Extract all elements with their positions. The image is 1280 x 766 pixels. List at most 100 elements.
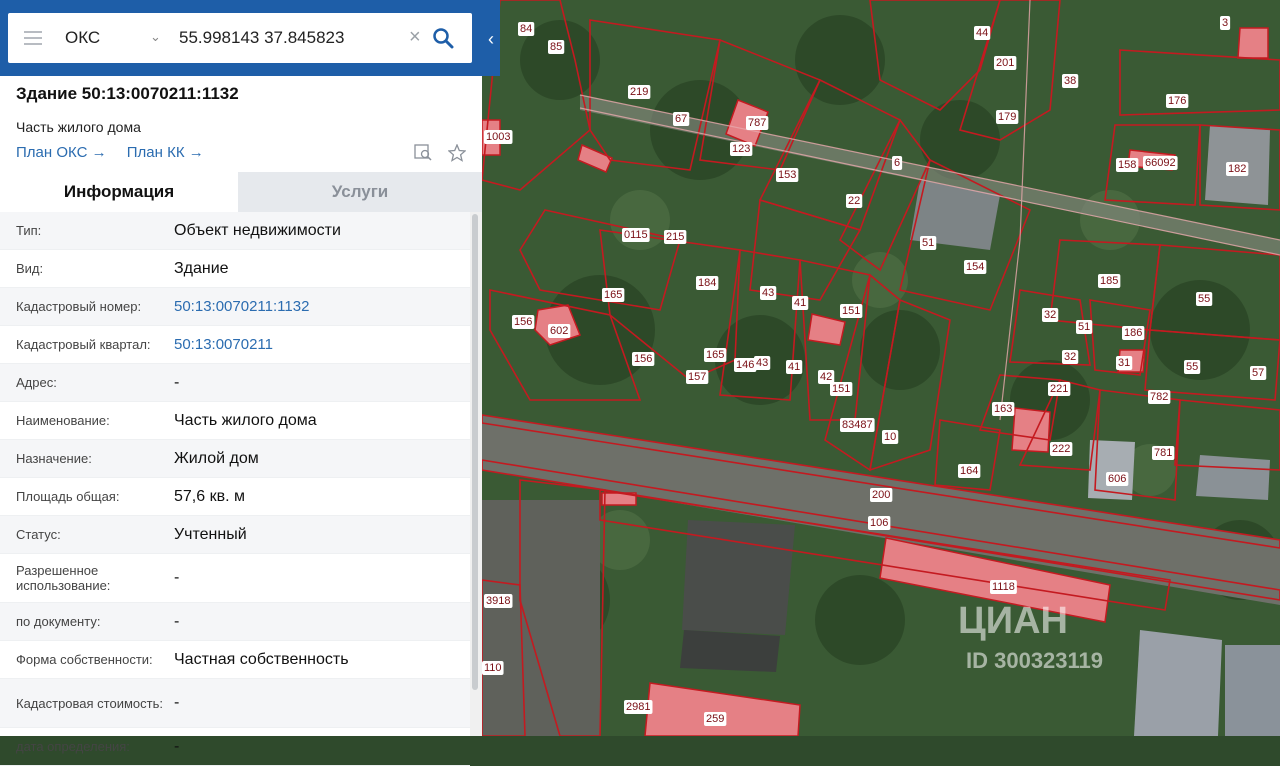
map-label[interactable]: 259 bbox=[706, 713, 724, 725]
map-label[interactable]: 222 bbox=[1052, 443, 1070, 455]
map-label[interactable]: 3 bbox=[1222, 17, 1228, 29]
map-label[interactable]: 3918 bbox=[486, 595, 510, 607]
map-label[interactable]: 185 bbox=[1100, 275, 1118, 287]
map-label[interactable]: 43 bbox=[756, 357, 768, 369]
row-value: 57,6 кв. м bbox=[174, 487, 245, 505]
map-label[interactable]: 1118 bbox=[992, 581, 1015, 593]
map-label[interactable]: 158 bbox=[1118, 159, 1136, 171]
map-label[interactable]: 151 bbox=[842, 305, 860, 317]
map-label[interactable]: 157 bbox=[688, 371, 706, 383]
map-label[interactable]: 146 bbox=[736, 359, 754, 371]
map-label[interactable]: 1003 bbox=[486, 131, 510, 143]
map-label[interactable]: 41 bbox=[788, 361, 800, 373]
collapse-panel-button[interactable]: ‹ bbox=[482, 22, 500, 56]
table-row: Разрешенное использование: - bbox=[0, 554, 470, 603]
map-label[interactable]: 0115 bbox=[624, 229, 648, 241]
table-row: Кадастровый номер: 50:13:0070211:1132 bbox=[0, 288, 470, 326]
map-label[interactable]: 22 bbox=[848, 195, 860, 207]
table-row: Адрес: - bbox=[0, 364, 470, 402]
map-label[interactable]: 66092 bbox=[1145, 157, 1176, 169]
map-label[interactable]: 179 bbox=[998, 111, 1016, 123]
row-value: - bbox=[174, 694, 180, 711]
row-value: Объект недвижимости bbox=[174, 221, 341, 239]
map-label[interactable]: 31 bbox=[1118, 357, 1130, 369]
map-label[interactable]: 85 bbox=[550, 41, 562, 53]
map-label[interactable]: 32 bbox=[1064, 351, 1076, 363]
map-label[interactable]: 156 bbox=[634, 353, 652, 365]
page-title: Здание 50:13:0070211:1132 bbox=[16, 84, 239, 103]
chevron-down-icon[interactable]: ⌄ bbox=[150, 29, 161, 45]
map-label[interactable]: 67 bbox=[675, 113, 687, 125]
map-label[interactable]: 106 bbox=[870, 517, 888, 529]
row-label: по документу: bbox=[16, 614, 101, 629]
scrollbar-thumb[interactable] bbox=[472, 214, 478, 690]
map-label[interactable]: 221 bbox=[1050, 383, 1068, 395]
table-row: Кадастровый квартал: 50:13:0070211 bbox=[0, 326, 470, 364]
cadastral-quarter-link[interactable]: 50:13:0070211 bbox=[174, 336, 273, 353]
object-type-select[interactable]: ОКС bbox=[65, 28, 100, 48]
row-value: - bbox=[174, 569, 180, 586]
map-label[interactable]: 55 bbox=[1186, 361, 1198, 373]
map-label[interactable]: 154 bbox=[966, 261, 984, 273]
map-label[interactable]: 10 bbox=[884, 431, 896, 443]
map-label[interactable]: 602 bbox=[550, 325, 568, 337]
clear-icon[interactable]: × bbox=[409, 26, 421, 49]
map-label[interactable]: 6 bbox=[894, 157, 900, 169]
map-label[interactable]: 84 bbox=[520, 23, 532, 35]
watermark-id: ID 300323119 bbox=[966, 648, 1104, 673]
menu-icon[interactable] bbox=[24, 31, 42, 49]
row-label: Кадастровый номер: bbox=[16, 299, 142, 314]
star-icon[interactable] bbox=[447, 143, 468, 162]
map-label[interactable]: 200 bbox=[872, 489, 890, 501]
map-label[interactable]: 51 bbox=[922, 237, 934, 249]
map-label[interactable]: 83487 bbox=[842, 419, 873, 431]
map-label[interactable]: 201 bbox=[996, 57, 1014, 69]
map-label[interactable]: 182 bbox=[1228, 163, 1246, 175]
map-label[interactable]: 2981 bbox=[626, 701, 650, 713]
tab-info[interactable]: Информация bbox=[0, 172, 238, 212]
map-label[interactable]: 123 bbox=[732, 143, 750, 155]
map-label[interactable]: 606 bbox=[1108, 473, 1126, 485]
map-label[interactable]: 42 bbox=[820, 371, 832, 383]
map-label[interactable]: 164 bbox=[960, 465, 978, 477]
search-icon[interactable] bbox=[432, 27, 454, 54]
tab-services[interactable]: Услуги bbox=[238, 172, 482, 212]
map-label[interactable]: 32 bbox=[1044, 309, 1056, 321]
plan-kk-label: План КК bbox=[126, 144, 185, 161]
map-label[interactable]: 163 bbox=[994, 403, 1012, 415]
map-label[interactable]: 156 bbox=[514, 316, 532, 328]
map-label[interactable]: 41 bbox=[794, 297, 806, 309]
map-label[interactable]: 782 bbox=[1150, 391, 1168, 403]
map-label[interactable]: 165 bbox=[706, 349, 724, 361]
map-label[interactable]: 781 bbox=[1154, 447, 1172, 459]
cadastral-number-link[interactable]: 50:13:0070211:1132 bbox=[174, 298, 309, 315]
map-label[interactable]: 186 bbox=[1124, 327, 1142, 339]
table-row: Назначение: Жилой дом bbox=[0, 440, 470, 478]
row-label: Вид: bbox=[16, 261, 44, 276]
zoom-to-object-icon[interactable] bbox=[414, 144, 434, 162]
map-label[interactable]: 219 bbox=[630, 86, 648, 98]
map-label[interactable]: 165 bbox=[604, 289, 622, 301]
table-row: Кадастровая стоимость: - bbox=[0, 679, 470, 728]
plan-kk-link[interactable]: План КК → bbox=[127, 144, 204, 161]
map-label[interactable]: 787 bbox=[748, 117, 766, 129]
table-row: Статус: Учтенный bbox=[0, 516, 470, 554]
plan-oks-link[interactable]: План ОКС → bbox=[16, 144, 107, 161]
map-label[interactable]: 43 bbox=[762, 287, 774, 299]
map-label[interactable]: 151 bbox=[832, 383, 850, 395]
map-label[interactable]: 57 bbox=[1252, 367, 1264, 379]
row-value: - bbox=[174, 373, 180, 391]
map-label[interactable]: 176 bbox=[1168, 95, 1186, 107]
map-label[interactable]: 55 bbox=[1198, 293, 1210, 305]
row-value: Частная собственность bbox=[174, 650, 349, 668]
map-label[interactable]: 110 bbox=[484, 662, 502, 674]
map-label[interactable]: 51 bbox=[1078, 321, 1090, 333]
map-label[interactable]: 215 bbox=[666, 231, 684, 243]
map-label[interactable]: 184 bbox=[698, 277, 716, 289]
search-input[interactable]: 55.998143 37.845823 bbox=[179, 28, 344, 48]
map-label[interactable]: 38 bbox=[1064, 75, 1076, 87]
row-label: Кадастровый квартал: bbox=[16, 337, 151, 352]
map-label[interactable]: 153 bbox=[778, 169, 796, 181]
row-value: Учтенный bbox=[174, 525, 247, 543]
map-label[interactable]: 44 bbox=[976, 27, 988, 39]
